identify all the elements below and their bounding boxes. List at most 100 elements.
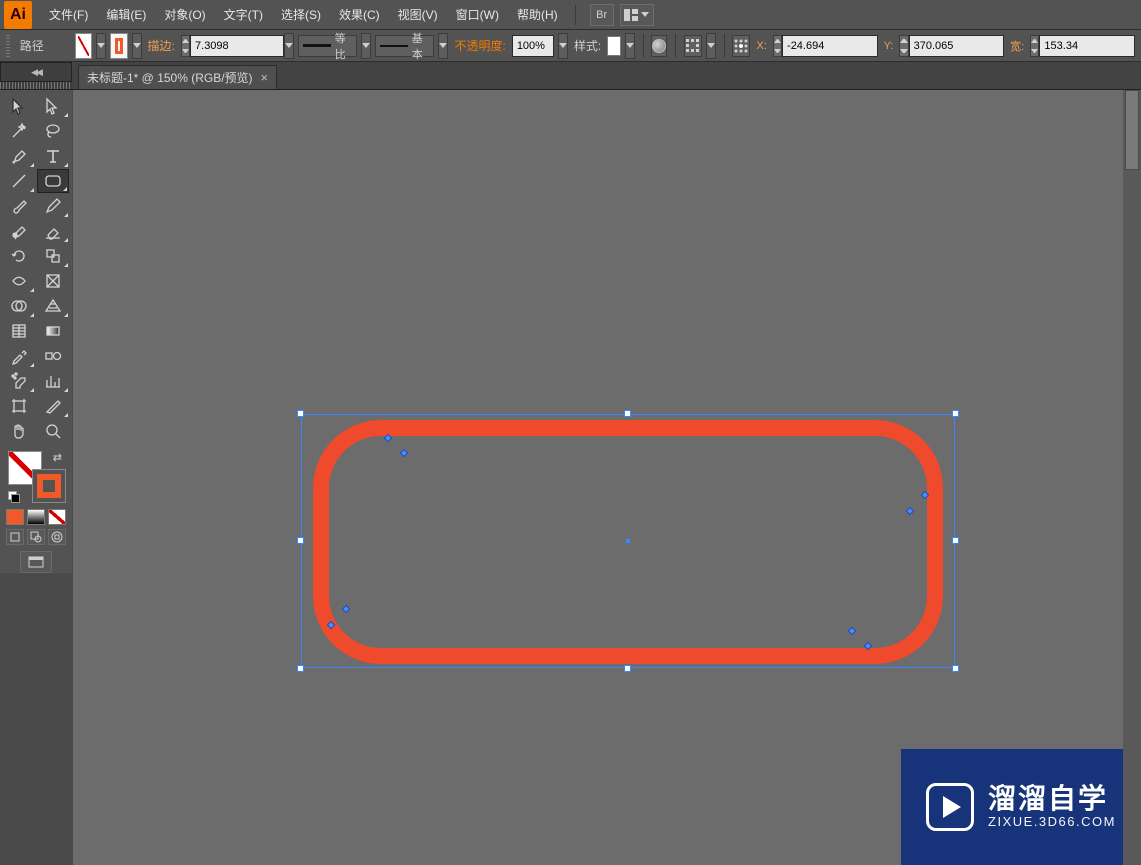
tool-column-graph[interactable]	[37, 369, 69, 393]
stroke-dropdown[interactable]	[132, 33, 142, 59]
tool-mesh[interactable]	[3, 319, 35, 343]
arrange-docs-button[interactable]	[620, 4, 654, 26]
stroke-weight-dropdown[interactable]	[284, 33, 294, 59]
panel-collapse-toggle[interactable]: ◀◀	[0, 62, 72, 82]
style-dropdown[interactable]	[625, 33, 635, 59]
stroke-swatch[interactable]	[110, 33, 127, 59]
screen-mode-button[interactable]	[20, 551, 52, 573]
menu-effect[interactable]: 效果(C)	[330, 0, 389, 30]
resize-handle-tm[interactable]	[624, 410, 631, 417]
tool-selection[interactable]	[3, 94, 35, 118]
menu-help[interactable]: 帮助(H)	[508, 0, 567, 30]
tool-symbol-sprayer[interactable]	[3, 369, 35, 393]
tool-type[interactable]	[37, 144, 69, 168]
tool-scale[interactable]	[37, 244, 69, 268]
tool-blend[interactable]	[37, 344, 69, 368]
stroke-weight-field[interactable]	[181, 35, 295, 57]
tool-pen[interactable]	[3, 144, 35, 168]
control-grip[interactable]	[6, 35, 10, 57]
x-field[interactable]	[773, 35, 878, 57]
tool-blob-brush[interactable]	[3, 219, 35, 243]
tool-perspective[interactable]	[37, 294, 69, 318]
resize-handle-tl[interactable]	[297, 410, 304, 417]
tool-lasso[interactable]	[37, 119, 69, 143]
stroke-weight-input[interactable]	[195, 40, 279, 52]
tool-magic-wand[interactable]	[3, 119, 35, 143]
selection-type-label: 路径	[18, 37, 46, 54]
tool-slice[interactable]	[37, 394, 69, 418]
menu-select[interactable]: 选择(S)	[272, 0, 330, 30]
tool-pencil[interactable]	[37, 194, 69, 218]
color-mode-none[interactable]	[48, 509, 66, 525]
tool-shape-builder[interactable]	[3, 294, 35, 318]
x-spinner[interactable]	[773, 35, 782, 57]
transform-ref-point[interactable]	[732, 35, 750, 57]
tool-artboard[interactable]	[3, 394, 35, 418]
menu-type[interactable]: 文字(T)	[215, 0, 272, 30]
stroke-indicator[interactable]	[32, 469, 66, 503]
draw-normal[interactable]	[6, 529, 24, 545]
brush-dropdown[interactable]	[438, 33, 448, 59]
opacity-label[interactable]: 不透明度:	[452, 37, 507, 54]
swap-fill-stroke-icon[interactable]: ⇄	[53, 451, 62, 464]
scrollbar-thumb[interactable]	[1125, 90, 1139, 170]
resize-handle-bm[interactable]	[624, 665, 631, 672]
tab-close-button[interactable]: ×	[261, 70, 269, 85]
color-mode-solid[interactable]	[6, 509, 24, 525]
stroke-profile-select[interactable]: 等比	[298, 35, 357, 57]
align-dropdown[interactable]	[706, 33, 716, 59]
menu-view[interactable]: 视图(V)	[389, 0, 447, 30]
menu-edit[interactable]: 编辑(E)	[97, 0, 155, 30]
resize-handle-br[interactable]	[952, 665, 959, 672]
w-field[interactable]	[1030, 35, 1135, 57]
tool-line[interactable]	[3, 169, 35, 193]
tool-free-transform[interactable]	[37, 269, 69, 293]
opacity-dropdown[interactable]	[558, 33, 568, 59]
tool-rounded-rectangle[interactable]	[37, 169, 69, 193]
tool-paintbrush[interactable]	[3, 194, 35, 218]
menu-object[interactable]: 对象(O)	[155, 0, 214, 30]
tool-rotate[interactable]	[3, 244, 35, 268]
default-fill-stroke-icon[interactable]	[8, 491, 20, 503]
selected-object[interactable]	[301, 414, 955, 668]
w-spinner[interactable]	[1030, 35, 1039, 57]
profile-dropdown[interactable]	[361, 33, 371, 59]
toolbox-grip[interactable]	[0, 82, 72, 89]
resize-handle-tr[interactable]	[952, 410, 959, 417]
tool-direct-selection[interactable]	[37, 94, 69, 118]
resize-handle-mr[interactable]	[952, 537, 959, 544]
stroke-label[interactable]: 描边:	[146, 37, 177, 54]
stroke-weight-spinner[interactable]	[181, 35, 190, 57]
resize-handle-ml[interactable]	[297, 537, 304, 544]
vertical-scrollbar[interactable]	[1123, 90, 1141, 865]
y-spinner[interactable]	[899, 35, 908, 57]
align-button[interactable]	[684, 35, 702, 57]
w-input[interactable]	[1044, 40, 1130, 52]
bridge-button[interactable]: Br	[590, 4, 614, 26]
opacity-value[interactable]: 100%	[512, 35, 554, 57]
x-input[interactable]	[787, 40, 873, 52]
tool-eraser[interactable]	[37, 219, 69, 243]
fill-swatch[interactable]	[75, 33, 92, 59]
y-input[interactable]	[914, 40, 1000, 52]
brush-def-select[interactable]: 基本	[375, 35, 434, 57]
tool-gradient[interactable]	[37, 319, 69, 343]
tool-hand[interactable]	[3, 419, 35, 443]
menu-file[interactable]: 文件(F)	[40, 0, 97, 30]
draw-inside[interactable]	[48, 529, 66, 545]
tool-width[interactable]	[3, 269, 35, 293]
center-point[interactable]	[626, 539, 630, 543]
recolor-button[interactable]	[651, 35, 667, 57]
document-tab[interactable]: 未标题-1* @ 150% (RGB/预览) ×	[78, 65, 277, 89]
menu-window[interactable]: 窗口(W)	[447, 0, 508, 30]
canvas-area[interactable]: 溜溜自学 ZIXUE.3D66.COM	[73, 90, 1141, 865]
y-field[interactable]	[899, 35, 1004, 57]
graphic-style-swatch[interactable]	[607, 36, 620, 56]
fill-dropdown[interactable]	[96, 33, 106, 59]
resize-handle-bl[interactable]	[297, 665, 304, 672]
color-mode-gradient[interactable]	[27, 509, 45, 525]
tool-zoom[interactable]	[37, 419, 69, 443]
fill-stroke-control[interactable]: ⇄	[6, 449, 66, 503]
tool-eyedropper[interactable]	[3, 344, 35, 368]
draw-behind[interactable]	[27, 529, 45, 545]
